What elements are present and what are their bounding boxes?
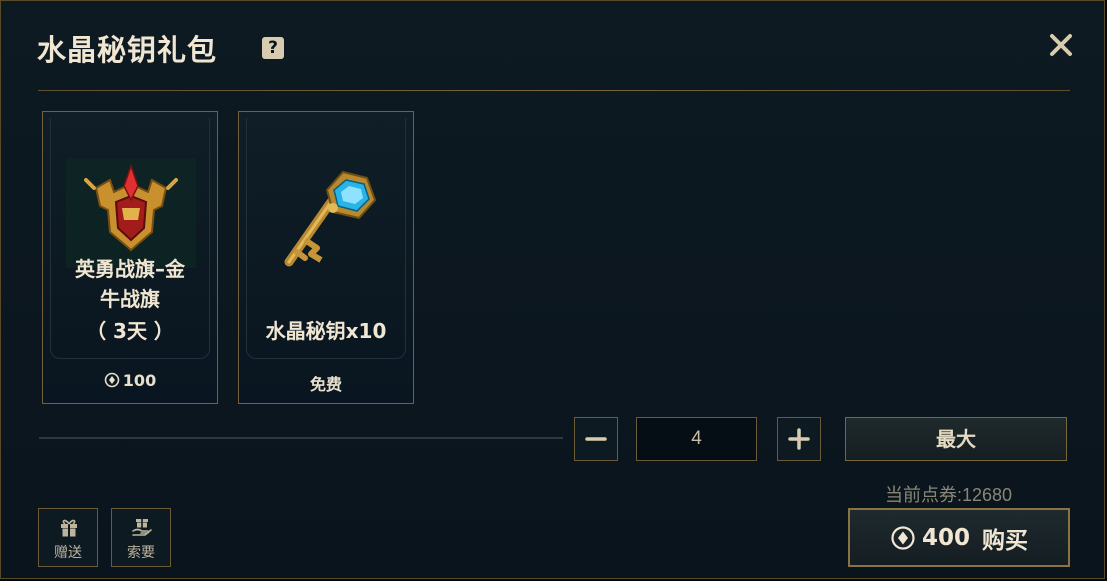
balance-text: 当前点券:12680 [885,485,1013,505]
quantity-field[interactable] [636,417,757,461]
decrease-quantity-button[interactable] [574,417,618,461]
title-divider [38,90,1070,91]
plus-icon [788,428,810,450]
request-gift-button[interactable]: 索要 [111,508,171,567]
close-icon[interactable] [1045,29,1077,61]
rp-coin-icon [104,372,120,388]
rp-coin-icon [891,525,915,550]
gift-button[interactable]: 赠送 [38,508,98,567]
question-icon[interactable]: ? [262,37,284,59]
quantity-slider-track[interactable] [39,437,563,439]
item-name-line: 牛战旗 [100,287,160,311]
buy-button[interactable]: 400 购买 [848,508,1070,567]
increase-quantity-button[interactable] [777,417,821,461]
item-card-hextech-keys[interactable]: 水晶秘钥x10 免费 [238,111,414,404]
minus-icon [585,437,607,441]
item-card-banner[interactable]: 英勇战旗–金 牛战旗 （ 3天 ） 100 [42,111,218,404]
hextech-key-icon [284,170,377,267]
buy-amount: 400 [921,524,970,551]
request-label: 索要 [127,545,155,561]
gift-icon [61,519,77,537]
item-name-line: （ 3天 ） [86,319,174,343]
request-gift-icon [132,519,152,536]
item-name-line: 水晶秘钥x10 [265,319,387,343]
dialog-title: 水晶秘钥礼包 [37,33,218,67]
item-price: 免费 [309,375,342,394]
max-quantity-button[interactable]: 最大 [845,417,1067,461]
buy-label: 购买 [982,527,1028,554]
item-price-value: 100 [122,371,157,390]
gift-label: 赠送 [54,545,82,561]
golden-bull-banner-emblem-icon [66,158,196,268]
bundle-dialog: 水晶秘钥礼包 ? 英勇战旗–金 牛战旗 （ 3天 ） 100 水晶秘钥x10 免… [0,0,1105,579]
item-price: 100 [43,371,217,390]
item-name-line: 英勇战旗–金 [75,257,185,281]
